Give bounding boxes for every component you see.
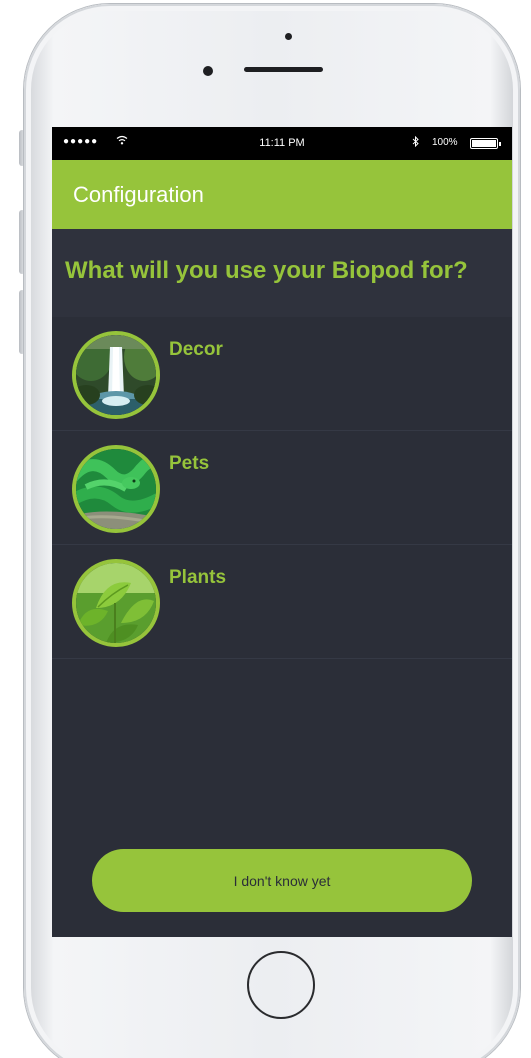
battery-icon bbox=[470, 138, 501, 149]
option-label: Pets bbox=[169, 453, 210, 474]
snake-image bbox=[72, 445, 160, 533]
leaves-image bbox=[72, 559, 160, 647]
page-title: Configuration bbox=[73, 182, 204, 207]
option-label: Plants bbox=[169, 567, 227, 588]
proximity-sensor bbox=[285, 33, 292, 40]
home-button[interactable] bbox=[247, 951, 315, 1019]
question-text: What will you use your Biopod for? bbox=[65, 257, 468, 284]
app-screen: ●●●●● 11:11 PM 100% Configuration What w… bbox=[52, 127, 512, 937]
option-plants[interactable]: Plants bbox=[52, 545, 512, 659]
waterfall-image bbox=[72, 331, 160, 419]
app-bar: Configuration bbox=[52, 160, 512, 229]
battery-percent: 100% bbox=[432, 137, 458, 148]
device-mockup: ●●●●● 11:11 PM 100% Configuration What w… bbox=[0, 0, 531, 1058]
option-pets[interactable]: Pets bbox=[52, 431, 512, 545]
question-header: What will you use your Biopod for? bbox=[52, 229, 512, 317]
bluetooth-icon bbox=[412, 135, 420, 150]
option-label: Decor bbox=[169, 339, 223, 360]
front-camera bbox=[203, 66, 213, 76]
option-decor[interactable]: Decor bbox=[52, 317, 512, 431]
earpiece-speaker bbox=[244, 67, 323, 72]
status-bar: ●●●●● 11:11 PM 100% bbox=[52, 127, 512, 160]
dont-know-button[interactable]: I don't know yet bbox=[92, 849, 472, 912]
